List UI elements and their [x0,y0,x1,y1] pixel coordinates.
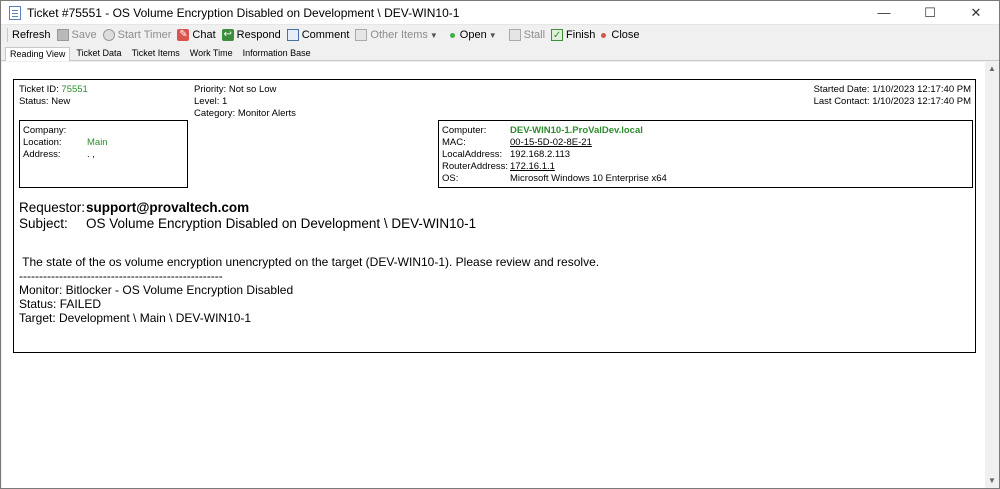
chat-button[interactable]: ✎ Chat [177,29,216,41]
subject-label: Subject: [19,216,68,231]
ticket-priority-info: Priority: Not so Low Level: 1 Category: … [194,84,296,120]
other-items-label: Other Items [370,29,428,41]
respond-label: Respond [236,29,281,41]
other-items-icon [355,29,368,41]
refresh-button[interactable]: Refresh [12,29,51,41]
ticket-id-label: Ticket ID: [19,84,59,95]
scroll-down-icon[interactable]: ▼ [985,474,999,488]
vertical-scrollbar[interactable]: ▲ ▼ [985,62,999,488]
chevron-down-icon: ▼ [488,30,497,40]
close-window-button[interactable]: ✕ [953,1,999,25]
ticket-dates: Started Date: 1/10/2023 12:17:40 PM Last… [814,84,971,108]
title-bar[interactable]: Ticket #75551 - OS Volume Encryption Dis… [1,1,999,25]
last-contact-label: Last Contact: [813,96,870,107]
priority-value: Not so Low [228,84,277,95]
router-address-label: RouterAddress: [442,161,509,172]
comment-label: Comment [301,29,350,41]
local-address-label: LocalAddress: [442,149,503,160]
started-date-label: Started Date: [813,84,870,95]
ticket-card: Ticket ID: 75551 Status: New Priority: N… [13,79,976,353]
local-address-value: 192.168.2.113 [510,149,571,160]
close-ticket-button[interactable]: Close [601,29,640,41]
chat-label: Chat [192,29,216,41]
ticket-window: Ticket #75551 - OS Volume Encryption Dis… [0,0,1000,489]
start-timer-button[interactable]: Start Timer [102,29,172,41]
computer-label: Computer: [442,125,487,136]
respond-button[interactable]: ↩ Respond [221,29,281,41]
status-value: New [51,96,71,107]
started-date-value: 1/10/2023 12:17:40 PM [872,84,971,95]
os-value: Microsoft Windows 10 Enterprise x64 [510,173,667,184]
requestor-subject: Requestor: support@provaltech.com Subject… [19,200,476,232]
close-ticket-label: Close [611,29,640,41]
requestor-value: support@provaltech.com [86,200,250,215]
priority-label: Priority: [194,84,227,95]
reading-view-pane: Ticket ID: 75551 Status: New Priority: N… [2,62,986,488]
stall-icon [508,29,521,41]
requestor-label: Requestor: [19,200,86,215]
start-timer-label: Start Timer [117,29,172,41]
tab-reading-view[interactable]: Reading View [5,47,71,61]
minimize-button[interactable]: — [861,1,907,25]
comment-button[interactable]: Comment [286,29,350,41]
company-info-box: Company: Location: Main Address: . , [19,120,188,188]
red-dot-icon [601,32,607,38]
window-title: Ticket #75551 - OS Volume Encryption Dis… [27,5,460,20]
address-value: . , [87,149,95,160]
save-label: Save [71,29,97,41]
subject-value: OS Volume Encryption Disabled on Develop… [86,216,477,231]
router-address-value[interactable]: 172.16.1.1 [510,161,555,173]
stall-button[interactable]: Stall [508,29,546,41]
address-label: Address: [23,149,61,160]
scroll-up-icon[interactable]: ▲ [985,62,999,76]
company-label: Company: [23,125,67,136]
tab-strip: Reading View Ticket Data Ticket Items Wo… [1,45,999,61]
last-contact-value: 1/10/2023 12:17:40 PM [872,96,971,107]
chat-icon: ✎ [177,29,190,41]
level-label: Level: [194,96,220,107]
toolbar-grip [7,28,8,42]
category-value: Monitor Alerts [237,108,296,119]
status-label: Status: [19,96,49,107]
save-button[interactable]: Save [56,29,97,41]
finish-button[interactable]: ✓ Finish [551,29,595,41]
tab-ticket-items[interactable]: Ticket Items [128,47,184,60]
ticket-id-value: 75551 [61,84,88,95]
green-dot-icon [449,32,455,38]
tab-information-base[interactable]: Information Base [239,47,315,60]
ticket-body: The state of the os volume encryption un… [19,255,600,325]
toolbar: Refresh Save Start Timer ✎ Chat ↩ Respon… [1,25,999,45]
computer-value[interactable]: DEV-WIN10-1.ProValDev.local [510,125,643,137]
tab-ticket-data[interactable]: Ticket Data [72,47,125,60]
floppy-disk-icon [56,29,69,41]
refresh-label: Refresh [12,29,51,41]
clock-icon [102,29,115,41]
other-items-button[interactable]: Other Items ▼ [355,29,443,41]
comment-icon [286,29,299,41]
ticket-app-icon [9,5,21,20]
ticket-id-status: Ticket ID: 75551 Status: New [19,84,88,108]
mac-label: MAC: [442,137,466,148]
open-label: Open [459,29,487,41]
mac-value[interactable]: 00-15-5D-02-8E-21 [510,137,592,149]
os-label: OS: [442,173,459,184]
chevron-down-icon: ▼ [429,30,438,40]
finish-icon: ✓ [551,29,564,41]
respond-icon: ↩ [221,29,234,41]
stall-label: Stall [523,29,546,41]
finish-label: Finish [566,29,596,41]
tab-work-time[interactable]: Work Time [186,47,237,60]
location-value[interactable]: Main [87,137,108,149]
maximize-button[interactable]: ☐ [907,1,953,25]
computer-info-box: Computer: DEV-WIN10-1.ProValDev.local MAC… [438,120,973,188]
category-label: Category: [194,108,236,119]
open-button[interactable]: Open ▼ [449,29,503,41]
level-value: 1 [222,96,228,107]
location-label: Location: [23,137,62,148]
